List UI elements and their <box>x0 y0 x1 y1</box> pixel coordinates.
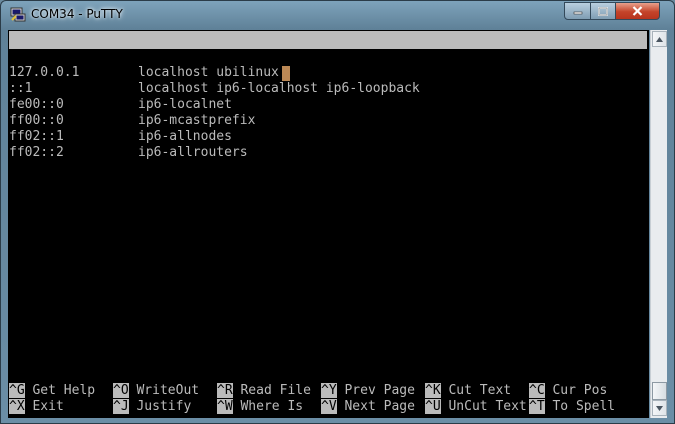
hostnames: ip6-allnodes <box>138 129 232 144</box>
shortcut-key: ^J <box>113 399 129 414</box>
close-button[interactable] <box>615 2 660 20</box>
nano-header-bar: GNU nano 2.2.6 File: /etc/hosts Modified <box>9 31 647 101</box>
shortcut-item[interactable]: ^U UnCut Text <box>425 399 527 415</box>
vertical-scrollbar[interactable] <box>650 30 667 418</box>
hostnames: localhost ubilinux <box>138 65 279 80</box>
shortcut-label: Next Page <box>344 399 415 414</box>
shortcut-item[interactable]: ^C Cur Pos <box>529 383 607 399</box>
shortcut-label: To Spell <box>552 399 616 414</box>
shortcut-key: ^K <box>425 383 441 398</box>
shortcut-item[interactable]: ^W Where Is <box>217 399 303 415</box>
shortcut-key: ^C <box>529 383 545 398</box>
arrow-up-icon <box>656 36 663 42</box>
shortcut-item[interactable]: ^O WriteOut <box>113 383 199 399</box>
ip-address: ff02::2 <box>9 145 64 160</box>
ip-address: ff02::1 <box>9 129 64 144</box>
shortcut-label: Get Help <box>32 383 96 398</box>
minimize-button[interactable] <box>564 2 591 20</box>
shortcut-key: ^G <box>9 383 25 398</box>
maximize-icon <box>598 6 608 16</box>
shortcut-label: Cut Text <box>448 383 512 398</box>
shortcut-item[interactable]: ^R Read File <box>217 383 311 399</box>
shortcut-label: Read File <box>240 383 311 398</box>
putty-terminal-icon <box>10 7 26 22</box>
shortcut-label: Prev Page <box>344 383 415 398</box>
minimize-icon <box>573 11 582 15</box>
window-title: COM34 - PuTTY <box>31 7 123 21</box>
modified-status: Modified <box>570 86 633 101</box>
shortcut-label: Justify <box>136 399 192 414</box>
hostnames: ip6-localnet <box>138 97 232 112</box>
shortcut-item[interactable]: ^V Next Page <box>321 399 415 415</box>
shortcut-label: Exit <box>32 399 64 414</box>
hostnames: localhost ip6-localhost ip6-loopback <box>138 81 420 96</box>
shortcut-item[interactable]: ^T To Spell <box>529 399 615 415</box>
close-icon <box>632 6 643 16</box>
arrow-down-icon <box>656 405 663 411</box>
shortcut-bar-row-2: ^X Exit ^J Justify ^W Where Is ^V Next Page… <box>8 399 649 415</box>
shortcut-label: UnCut Text <box>448 399 527 414</box>
shortcut-item[interactable]: ^G Get Help <box>9 383 95 399</box>
hostnames: ip6-mcastprefix <box>138 113 256 128</box>
ip-address: fe00::0 <box>9 97 64 112</box>
shortcut-bar-row-1: ^G Get Help ^O WriteOut ^R Read File ^Y Pre… <box>8 383 649 399</box>
scroll-down-button[interactable] <box>652 400 667 416</box>
scroll-thumb[interactable] <box>652 382 667 400</box>
shortcut-key: ^Y <box>321 383 337 398</box>
title-bar[interactable]: COM34 - PuTTY <box>1 1 674 29</box>
ip-address: ::1 <box>9 81 33 96</box>
ip-address: 127.0.0.1 <box>9 65 80 80</box>
hostnames: ip6-allrouters <box>138 145 248 160</box>
shortcut-key: ^W <box>217 399 233 414</box>
shortcut-key: ^X <box>9 399 25 414</box>
maximize-button[interactable] <box>590 2 616 20</box>
shortcut-key: ^T <box>529 399 545 414</box>
shortcut-item[interactable]: ^X Exit <box>9 399 64 415</box>
shortcut-label: Cur Pos <box>552 383 608 398</box>
shortcut-item[interactable]: ^K Cut Text <box>425 383 511 399</box>
shortcut-key: ^O <box>113 383 129 398</box>
putty-window: COM34 - PuTTY GNU nano 2.2.6 File: /etc/… <box>0 0 675 424</box>
terminal-area[interactable]: GNU nano 2.2.6 File: /etc/hosts Modified… <box>8 30 649 418</box>
scroll-up-button[interactable] <box>652 31 667 47</box>
shortcut-key: ^U <box>425 399 441 414</box>
shortcut-item[interactable]: ^Y Prev Page <box>321 383 415 399</box>
shortcut-label: Where Is <box>240 399 304 414</box>
shortcut-key: ^R <box>217 383 233 398</box>
shortcut-item[interactable]: ^J Justify <box>113 399 191 415</box>
shortcut-label: WriteOut <box>136 383 200 398</box>
shortcut-key: ^V <box>321 399 337 414</box>
ip-address: ff00::0 <box>9 113 64 128</box>
text-cursor <box>282 66 290 81</box>
